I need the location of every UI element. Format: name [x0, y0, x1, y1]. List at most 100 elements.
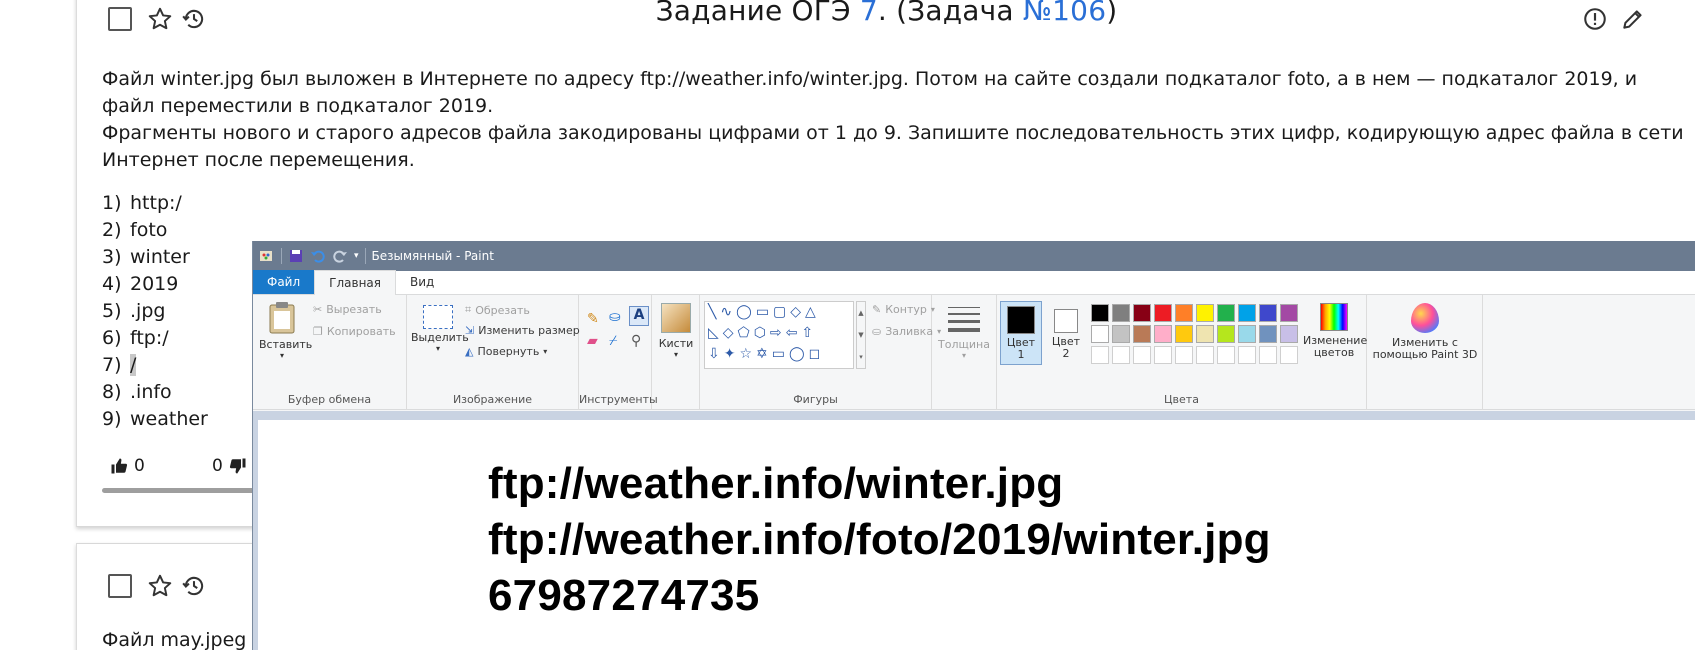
thumbs-down-icon [229, 458, 246, 474]
outline-button[interactable]: ✎ Контур ▾ [872, 303, 935, 316]
eraser-icon[interactable]: ▰ [587, 333, 598, 349]
cut-button[interactable]: ✂ Вырезать [313, 303, 382, 316]
palette-color-swatch[interactable] [1280, 325, 1298, 343]
custom-color-slot[interactable] [1196, 346, 1214, 364]
shapes-group-label: Фигуры [793, 393, 838, 406]
edit-colors-button[interactable]: Изменение цветов [1303, 301, 1368, 359]
palette-color-swatch[interactable] [1091, 325, 1109, 343]
custom-color-slot[interactable] [1217, 346, 1235, 364]
clipboard-group: Вставить ▾ ✂ Вырезать ❐ Копировать Буфер о… [253, 295, 407, 410]
palette-color-swatch[interactable] [1238, 325, 1256, 343]
palette-color-swatch[interactable] [1280, 304, 1298, 322]
quick-access-dropdown-icon[interactable]: ▾ [354, 251, 359, 261]
paint-titlebar: ▾ Безымянный - Paint [253, 241, 1695, 271]
task-statement: Файл may.jpeg [102, 629, 247, 650]
crop-button[interactable]: ⌗ Обрезать [465, 303, 530, 317]
option-7: 7) / [102, 354, 137, 376]
option-6: 6) ftp:/ [102, 327, 169, 349]
outline-icon: ✎ [872, 303, 882, 316]
tab-view[interactable]: Вид [396, 270, 448, 294]
custom-color-slot[interactable] [1175, 346, 1193, 364]
palette-color-swatch[interactable] [1217, 325, 1235, 343]
pencil-icon[interactable]: ✎ [587, 311, 599, 327]
report-icon[interactable] [1582, 6, 1608, 32]
palette-color-swatch[interactable] [1154, 304, 1172, 322]
solve-progress-bar [102, 488, 262, 493]
edit-colors-label: Изменение цветов [1303, 334, 1368, 359]
paint3d-button[interactable]: Изменить с помощью Paint 3D [1371, 301, 1479, 361]
like-control[interactable]: 0 [110, 456, 145, 476]
color1-button[interactable]: Цвет 1 [1000, 301, 1042, 365]
palette-color-swatch[interactable] [1259, 304, 1277, 322]
custom-color-slot[interactable] [1091, 346, 1109, 364]
exam-task-link[interactable]: 7 [860, 0, 878, 27]
select-button[interactable]: Выделить ▾ [411, 301, 469, 353]
edit-pencil-icon[interactable] [1620, 6, 1646, 32]
problem-number-link[interactable]: №106 [1023, 0, 1106, 27]
option-9: 9) weather [102, 408, 208, 430]
palette-color-swatch[interactable] [1175, 325, 1193, 343]
star-icon[interactable] [147, 573, 173, 599]
palette-color-swatch[interactable] [1112, 304, 1130, 322]
canvas-text-line-3: 67987274735 [488, 571, 760, 620]
custom-color-slot[interactable] [1112, 346, 1130, 364]
palette-color-swatch[interactable] [1196, 325, 1214, 343]
custom-color-slot[interactable] [1259, 346, 1277, 364]
save-icon[interactable] [288, 248, 304, 264]
brushes-button[interactable]: Кисти ▾ [656, 301, 696, 359]
tab-home[interactable]: Главная [314, 270, 396, 295]
dislike-control[interactable]: 0 [212, 456, 247, 476]
fill-bucket-icon[interactable]: ⛀ [609, 309, 621, 325]
color2-button[interactable]: Цвет 2 [1045, 301, 1087, 360]
fill-icon: ⛀ [872, 325, 882, 338]
paste-button[interactable]: Вставить ▾ [259, 301, 312, 360]
image-group-label: Изображение [452, 393, 533, 406]
tools-group-label: Инструменты [579, 393, 658, 406]
brush-icon [661, 303, 691, 333]
color-picker-icon[interactable]: ⌿ [609, 333, 617, 349]
palette-color-swatch[interactable] [1175, 304, 1193, 322]
copy-button[interactable]: ❐ Копировать [313, 325, 396, 338]
edit-colors-icon [1320, 303, 1348, 331]
drawing-canvas[interactable]: ftp://weather.info/winter.jpg ftp://weat… [258, 420, 1695, 650]
custom-color-slot[interactable] [1154, 346, 1172, 364]
palette-color-swatch[interactable] [1238, 304, 1256, 322]
palette-color-swatch[interactable] [1154, 325, 1172, 343]
paint3d-group: Изменить с помощью Paint 3D [1367, 295, 1483, 410]
paint-app-icon [259, 248, 275, 264]
palette-color-swatch[interactable] [1133, 304, 1151, 322]
redo-icon[interactable] [332, 248, 348, 264]
select-checkbox[interactable] [108, 574, 132, 598]
option-5: 5) .jpg [102, 300, 166, 322]
task-paragraph-2: Фрагменты нового и старого адресов файла… [102, 122, 1684, 171]
palette-color-swatch[interactable] [1217, 304, 1235, 322]
text-tool-icon[interactable]: A [629, 306, 649, 326]
shapes-scroll-icon[interactable]: ▲ ▼ ▾ [856, 301, 866, 369]
line-thickness-icon [948, 307, 980, 332]
custom-color-slot[interactable] [1238, 346, 1256, 364]
history-icon[interactable] [181, 573, 207, 599]
shapes-group: ╲∿◯▭▢◇△ ◺◇⬠⬡⇨⇦⇧ ⇩✦☆✡▭◯◻ ▲ ▼ ▾ ✎ Контур ▾ ⛀ Зали… [700, 295, 941, 410]
rotate-button[interactable]: ◭ Повернуть ▾ [465, 345, 547, 358]
ribbon: Вставить ▾ ✂ Вырезать ❐ Копировать Буфер о… [253, 295, 1695, 410]
brushes-label: Кисти [658, 337, 694, 350]
custom-color-slot[interactable] [1280, 346, 1298, 364]
color2-label: Цвет 2 [1051, 335, 1081, 360]
magnifier-icon[interactable]: ⚲ [631, 333, 641, 349]
undo-icon[interactable] [310, 248, 326, 264]
fill-button[interactable]: ⛀ Заливка ▾ [872, 325, 941, 338]
palette-color-swatch[interactable] [1196, 304, 1214, 322]
size-button[interactable]: Толщина ▾ [936, 303, 992, 360]
brushes-group: Кисти ▾ [652, 295, 700, 410]
custom-color-slot[interactable] [1133, 346, 1151, 364]
select-dropdown-icon: ▾ [435, 344, 440, 353]
tab-file[interactable]: Файл [253, 270, 315, 294]
palette-color-swatch[interactable] [1112, 325, 1130, 343]
colors-group-label: Цвета [1164, 393, 1199, 406]
shapes-gallery[interactable]: ╲∿◯▭▢◇△ ◺◇⬠⬡⇨⇦⇧ ⇩✦☆✡▭◯◻ [704, 301, 854, 369]
palette-color-swatch[interactable] [1259, 325, 1277, 343]
paint-window: ▾ Безымянный - Paint Файл Главная Вид Вс… [252, 241, 1695, 650]
palette-color-swatch[interactable] [1091, 304, 1109, 322]
palette-color-swatch[interactable] [1133, 325, 1151, 343]
resize-button[interactable]: ⇲ Изменить размер [465, 324, 580, 337]
